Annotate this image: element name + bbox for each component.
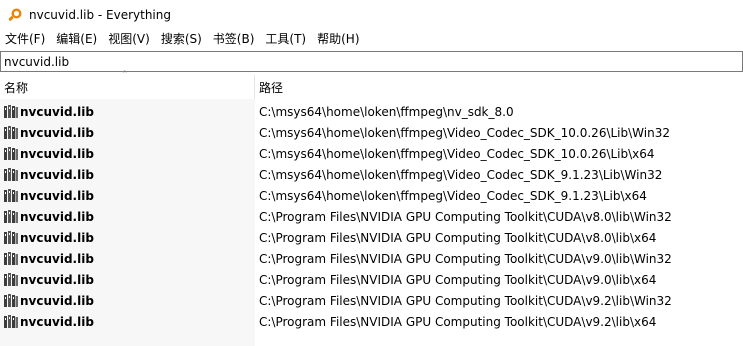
everything-search-icon: [8, 8, 22, 21]
result-row[interactable]: nvcuvid.lib C:\Program Files\NVIDIA GPU …: [0, 227, 743, 248]
result-row[interactable]: nvcuvid.lib C:\msys64\home\loken\ffmpeg\…: [0, 122, 743, 143]
library-file-icon: [4, 210, 18, 223]
column-header-row: ⌃ 名称 路径: [0, 70, 743, 100]
result-row[interactable]: nvcuvid.lib C:\Program Files\NVIDIA GPU …: [0, 311, 743, 332]
result-name-cell: nvcuvid.lib: [0, 105, 255, 119]
menu-bar: 文件(F) 编辑(E) 视图(V) 搜索(S) 书签(B) 工具(T) 帮助(H…: [0, 30, 743, 48]
library-file-icon: [4, 273, 18, 286]
result-name-cell: nvcuvid.lib: [0, 126, 255, 140]
menu-tools[interactable]: 工具(T): [260, 30, 312, 48]
result-name: nvcuvid.lib: [20, 104, 94, 119]
sort-ascending-icon: ⌃: [121, 70, 129, 80]
column-header-name[interactable]: ⌃ 名称: [0, 70, 255, 99]
result-name: nvcuvid.lib: [20, 251, 94, 266]
result-name-cell: nvcuvid.lib: [0, 147, 255, 161]
window-title: nvcuvid.lib - Everything: [29, 8, 171, 22]
result-path: C:\Program Files\NVIDIA GPU Computing To…: [259, 272, 657, 287]
library-file-icon: [4, 252, 18, 265]
menu-edit[interactable]: 编辑(E): [51, 30, 103, 48]
result-name: nvcuvid.lib: [20, 314, 94, 329]
menu-bookmarks[interactable]: 书签(B): [208, 30, 261, 48]
results-list: nvcuvid.lib C:\msys64\home\loken\ffmpeg\…: [0, 101, 743, 332]
result-path: C:\msys64\home\loken\ffmpeg\Video_Codec_…: [259, 188, 647, 203]
result-name: nvcuvid.lib: [20, 188, 94, 203]
library-file-icon: [4, 189, 18, 202]
library-file-icon: [4, 231, 18, 244]
result-path: C:\msys64\home\loken\ffmpeg\nv_sdk_8.0: [259, 104, 514, 119]
search-input[interactable]: [0, 51, 743, 72]
result-path: C:\msys64\home\loken\ffmpeg\Video_Codec_…: [259, 125, 670, 140]
column-header-name-label: 名称: [4, 81, 29, 95]
menu-help[interactable]: 帮助(H): [312, 30, 365, 48]
result-name-cell: nvcuvid.lib: [0, 189, 255, 203]
menu-search[interactable]: 搜索(S): [156, 30, 208, 48]
result-path: C:\msys64\home\loken\ffmpeg\Video_Codec_…: [259, 146, 655, 161]
library-file-icon: [4, 126, 18, 139]
result-row[interactable]: nvcuvid.lib C:\Program Files\NVIDIA GPU …: [0, 206, 743, 227]
result-row[interactable]: nvcuvid.lib C:\msys64\home\loken\ffmpeg\…: [0, 164, 743, 185]
result-name: nvcuvid.lib: [20, 230, 94, 245]
result-path: C:\msys64\home\loken\ffmpeg\Video_Codec_…: [259, 167, 663, 182]
result-name-cell: nvcuvid.lib: [0, 231, 255, 245]
result-name-cell: nvcuvid.lib: [0, 252, 255, 266]
result-path: C:\Program Files\NVIDIA GPU Computing To…: [259, 230, 657, 245]
result-name-cell: nvcuvid.lib: [0, 273, 255, 287]
result-name: nvcuvid.lib: [20, 209, 94, 224]
column-header-path[interactable]: 路径: [255, 75, 743, 99]
result-row[interactable]: nvcuvid.lib C:\msys64\home\loken\ffmpeg\…: [0, 101, 743, 122]
menu-file[interactable]: 文件(F): [0, 30, 51, 48]
result-name: nvcuvid.lib: [20, 167, 94, 182]
library-file-icon: [4, 294, 18, 307]
result-path: C:\Program Files\NVIDIA GPU Computing To…: [259, 209, 672, 224]
result-path: C:\Program Files\NVIDIA GPU Computing To…: [259, 251, 672, 266]
result-name: nvcuvid.lib: [20, 146, 94, 161]
library-file-icon: [4, 315, 18, 328]
result-name-cell: nvcuvid.lib: [0, 168, 255, 182]
library-file-icon: [4, 147, 18, 160]
result-name: nvcuvid.lib: [20, 125, 94, 140]
result-name-cell: nvcuvid.lib: [0, 315, 255, 329]
result-row[interactable]: nvcuvid.lib C:\Program Files\NVIDIA GPU …: [0, 248, 743, 269]
result-name: nvcuvid.lib: [20, 272, 94, 287]
result-row[interactable]: nvcuvid.lib C:\msys64\home\loken\ffmpeg\…: [0, 185, 743, 206]
library-file-icon: [4, 168, 18, 181]
library-file-icon: [4, 105, 18, 118]
result-name: nvcuvid.lib: [20, 293, 94, 308]
result-path: C:\Program Files\NVIDIA GPU Computing To…: [259, 314, 657, 329]
result-name-cell: nvcuvid.lib: [0, 294, 255, 308]
result-row[interactable]: nvcuvid.lib C:\msys64\home\loken\ffmpeg\…: [0, 143, 743, 164]
result-name-cell: nvcuvid.lib: [0, 210, 255, 224]
search-bar: [0, 51, 743, 72]
result-row[interactable]: nvcuvid.lib C:\Program Files\NVIDIA GPU …: [0, 269, 743, 290]
result-path: C:\Program Files\NVIDIA GPU Computing To…: [259, 293, 672, 308]
column-header-path-label: 路径: [259, 81, 284, 95]
title-bar: nvcuvid.lib - Everything: [0, 0, 743, 30]
menu-view[interactable]: 视图(V): [103, 30, 156, 48]
result-row[interactable]: nvcuvid.lib C:\Program Files\NVIDIA GPU …: [0, 290, 743, 311]
